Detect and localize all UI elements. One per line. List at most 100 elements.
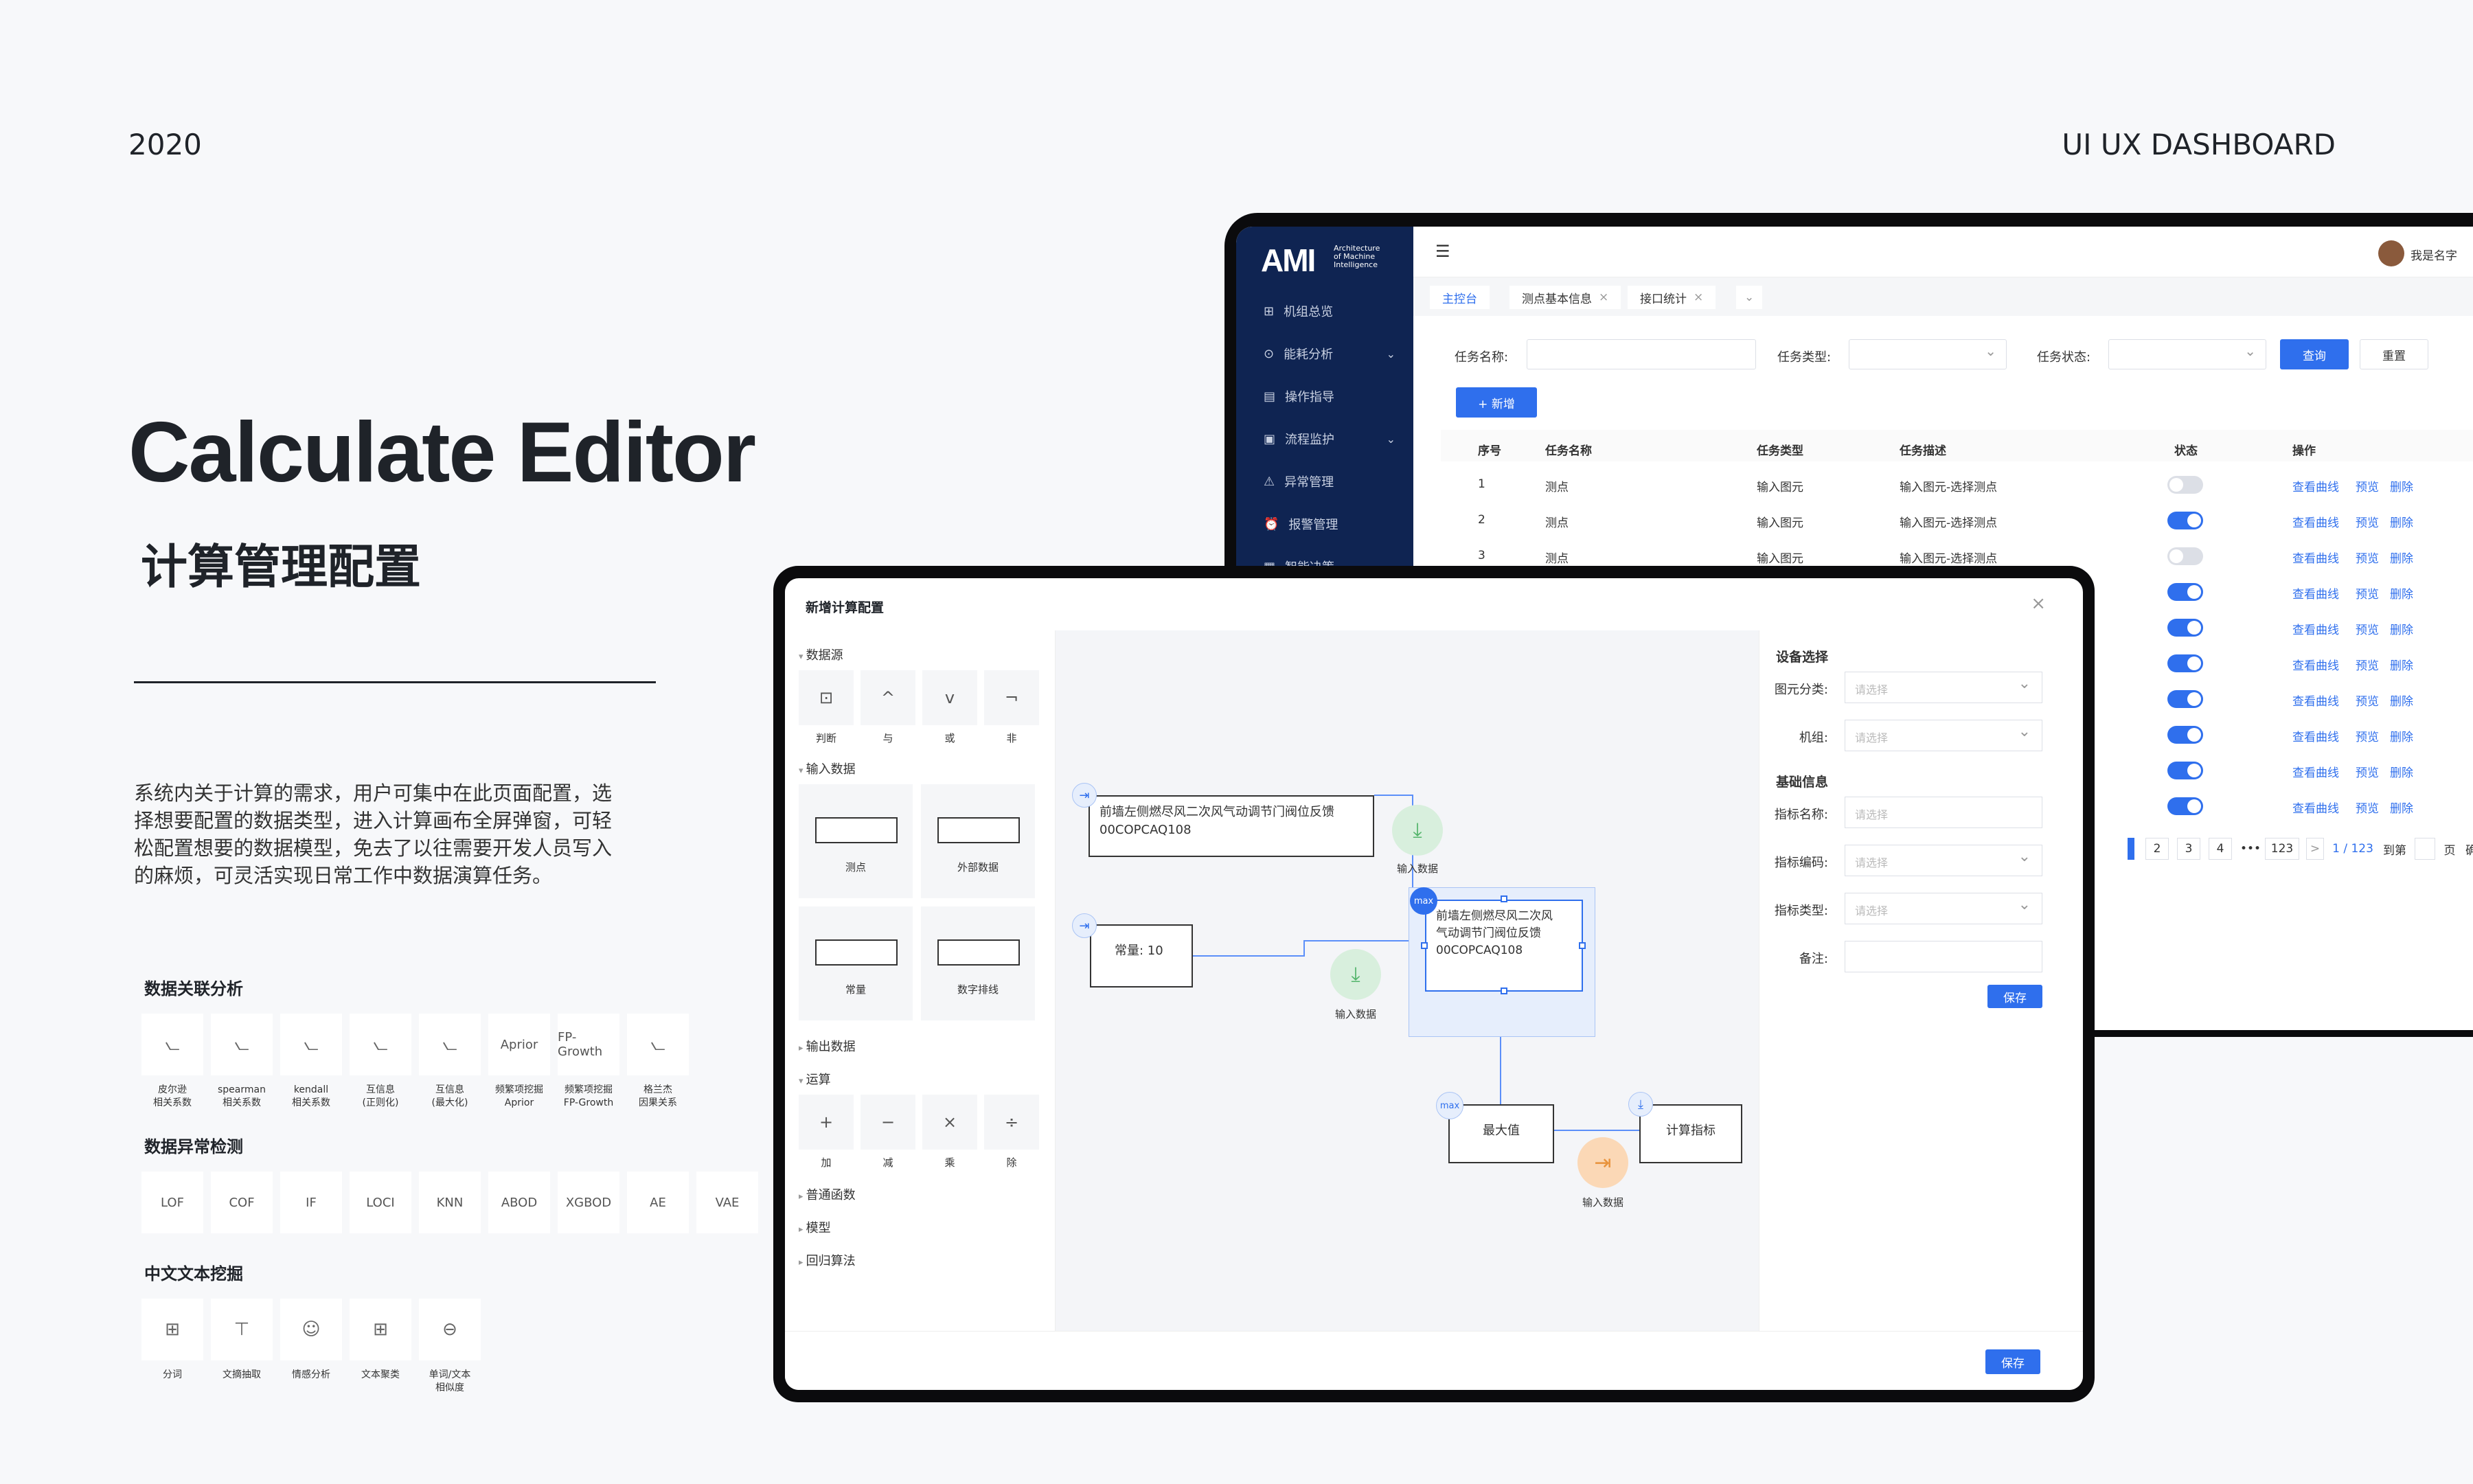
feature-tile[interactable]: Aprior <box>488 1014 550 1075</box>
type-select[interactable]: 请选择 <box>1845 672 2042 703</box>
avatar[interactable] <box>2378 240 2404 266</box>
feature-tile[interactable]: ⦦ <box>627 1014 689 1075</box>
footer-save-button[interactable]: 保存 <box>1985 1349 2040 1374</box>
feature-tile[interactable]: ⊖ <box>419 1299 481 1360</box>
download-icon[interactable]: ⤓ <box>1628 1092 1653 1117</box>
palette-input-item[interactable]: 测点 <box>799 784 913 898</box>
sidebar-item[interactable]: ⏰ 报警管理 <box>1264 515 1401 533</box>
tab[interactable]: 主控台 <box>1430 286 1490 309</box>
sidebar-item[interactable]: ▤ 操作指导 <box>1264 387 1401 405</box>
feature-tile[interactable]: VAE <box>696 1172 758 1233</box>
status-toggle[interactable] <box>2167 690 2203 708</box>
canvas-node-metric[interactable]: 计算指标 <box>1639 1104 1742 1163</box>
feature-tile[interactable]: ⦦ <box>350 1014 411 1075</box>
output-port-icon[interactable]: ⇥ <box>1072 913 1097 938</box>
status-toggle[interactable] <box>2167 619 2203 637</box>
status-toggle[interactable] <box>2167 762 2203 779</box>
metric-code-select[interactable]: 请选择 <box>1845 845 2042 876</box>
feature-tile[interactable]: FP-Growth <box>558 1014 619 1075</box>
page-button[interactable]: 4 <box>2209 838 2232 860</box>
feature-tile[interactable]: ⦦ <box>141 1014 203 1075</box>
op-link[interactable]: 查看曲线 <box>2292 513 2339 530</box>
feature-tile[interactable]: ⊞ <box>350 1299 411 1360</box>
palette-input-item[interactable]: 常量 <box>799 906 913 1020</box>
op-link[interactable]: 删除 <box>2390 799 2413 816</box>
op-link[interactable]: 预览 <box>2356 477 2379 494</box>
op-link[interactable]: 删除 <box>2390 513 2413 530</box>
op-link[interactable]: 预览 <box>2356 656 2379 673</box>
sidebar-item[interactable]: ▣ 流程监护 ⌄ <box>1264 430 1401 448</box>
op-link[interactable]: 查看曲线 <box>2292 692 2339 709</box>
reset-button[interactable]: 重置 <box>2360 339 2428 369</box>
op-link[interactable]: 删除 <box>2390 549 2413 566</box>
resize-handle[interactable] <box>1421 942 1428 949</box>
menu-toggle-icon[interactable]: ☰ <box>1435 242 1450 261</box>
palette-input-item[interactable]: 数字排线 <box>921 906 1035 1020</box>
op-link[interactable]: 查看曲线 <box>2292 584 2339 602</box>
feature-tile[interactable]: KNN <box>419 1172 481 1233</box>
op-link[interactable]: 删除 <box>2390 727 2413 744</box>
canvas-node-input[interactable]: 前墙左侧燃尽风二次风气动调节门阀位反馈 00COPCAQ108 <box>1089 795 1374 857</box>
resize-handle[interactable] <box>1501 988 1507 994</box>
judge-icon[interactable]: ⊡ <box>799 670 854 725</box>
download-icon[interactable]: ⤓ <box>1392 805 1443 856</box>
palette-input-item[interactable]: 外部数据 <box>921 784 1035 898</box>
op-link[interactable]: 删除 <box>2390 620 2413 637</box>
page-button[interactable]: 2 <box>2145 838 2169 860</box>
canvas-node-constant[interactable]: 常量: 10 <box>1090 924 1193 988</box>
feature-tile[interactable]: XGBOD <box>558 1172 619 1233</box>
task-type-select[interactable] <box>1849 339 2007 369</box>
task-status-select[interactable] <box>2108 339 2266 369</box>
canvas-node-max[interactable]: 最大值 <box>1448 1104 1554 1163</box>
canvas-node-selected[interactable]: 前墙左侧燃尽风二次风 气动调节门阀位反馈 00COPCAQ108 <box>1425 900 1583 992</box>
op-link[interactable]: 查看曲线 <box>2292 620 2339 637</box>
resize-handle[interactable] <box>1501 895 1507 902</box>
palette-section-input[interactable]: 输入数据 <box>799 760 856 777</box>
download-icon[interactable]: ⤓ <box>1330 949 1381 1000</box>
palette-section-more[interactable]: 模型 <box>799 1218 831 1236</box>
palette-section-output[interactable]: 输出数据 <box>799 1037 856 1055</box>
or-icon[interactable]: v <box>922 670 977 725</box>
unit-select[interactable]: 请选择 <box>1845 720 2042 751</box>
status-toggle[interactable] <box>2167 797 2203 815</box>
add-button[interactable]: + 新增 <box>1456 387 1537 418</box>
op-link[interactable]: 预览 <box>2356 620 2379 637</box>
tab[interactable]: 接口统计 × <box>1628 286 1716 309</box>
op-link[interactable]: 预览 <box>2356 727 2379 744</box>
feature-tile[interactable]: ABOD <box>488 1172 550 1233</box>
sidebar-item[interactable]: ⊙ 能耗分析 ⌄ <box>1264 345 1401 363</box>
op-1-icon[interactable]: − <box>861 1095 915 1150</box>
op-link[interactable]: 预览 <box>2356 549 2379 566</box>
feature-tile[interactable]: ☺ <box>280 1299 342 1360</box>
confirm-button[interactable]: 确认 <box>2460 838 2473 860</box>
feature-tile[interactable]: IF <box>280 1172 342 1233</box>
tab[interactable]: 测点基本信息 × <box>1509 286 1621 309</box>
metric-name-input[interactable]: 请选择 <box>1845 797 2042 828</box>
op-0-icon[interactable]: + <box>799 1095 854 1150</box>
query-button[interactable]: 查询 <box>2280 339 2349 369</box>
op-link[interactable]: 预览 <box>2356 513 2379 530</box>
props-save-button[interactable]: 保存 <box>1987 985 2042 1008</box>
op-link[interactable]: 预览 <box>2356 763 2379 780</box>
op-link[interactable]: 预览 <box>2356 584 2379 602</box>
feature-tile[interactable]: ⊞ <box>141 1299 203 1360</box>
sidebar-item[interactable]: ⚠ 异常管理 <box>1264 472 1401 490</box>
next-page-icon[interactable]: > <box>2306 838 2324 860</box>
status-toggle[interactable] <box>2167 476 2203 494</box>
op-link[interactable]: 删除 <box>2390 692 2413 709</box>
status-toggle[interactable] <box>2167 654 2203 672</box>
calc-canvas[interactable]: 前墙左侧燃尽风二次风气动调节门阀位反馈 00COPCAQ108 ⇥ ⤓ 输入数据… <box>1056 630 1759 1331</box>
close-icon[interactable]: × <box>1694 290 1703 304</box>
feature-tile[interactable]: ⦦ <box>211 1014 273 1075</box>
op-link[interactable]: 查看曲线 <box>2292 477 2339 494</box>
close-icon[interactable]: × <box>2031 593 2046 614</box>
and-icon[interactable]: ^ <box>861 670 915 725</box>
metric-type-select[interactable]: 请选择 <box>1845 893 2042 924</box>
op-2-icon[interactable]: × <box>922 1095 977 1150</box>
op-link[interactable]: 删除 <box>2390 477 2413 494</box>
output-icon[interactable]: ⇥ <box>1577 1137 1628 1188</box>
user-name[interactable]: 我是名字 <box>2411 246 2457 263</box>
feature-tile[interactable]: ⦦ <box>280 1014 342 1075</box>
op-link[interactable]: 查看曲线 <box>2292 727 2339 744</box>
palette-section-more[interactable]: 普通函数 <box>799 1185 856 1203</box>
